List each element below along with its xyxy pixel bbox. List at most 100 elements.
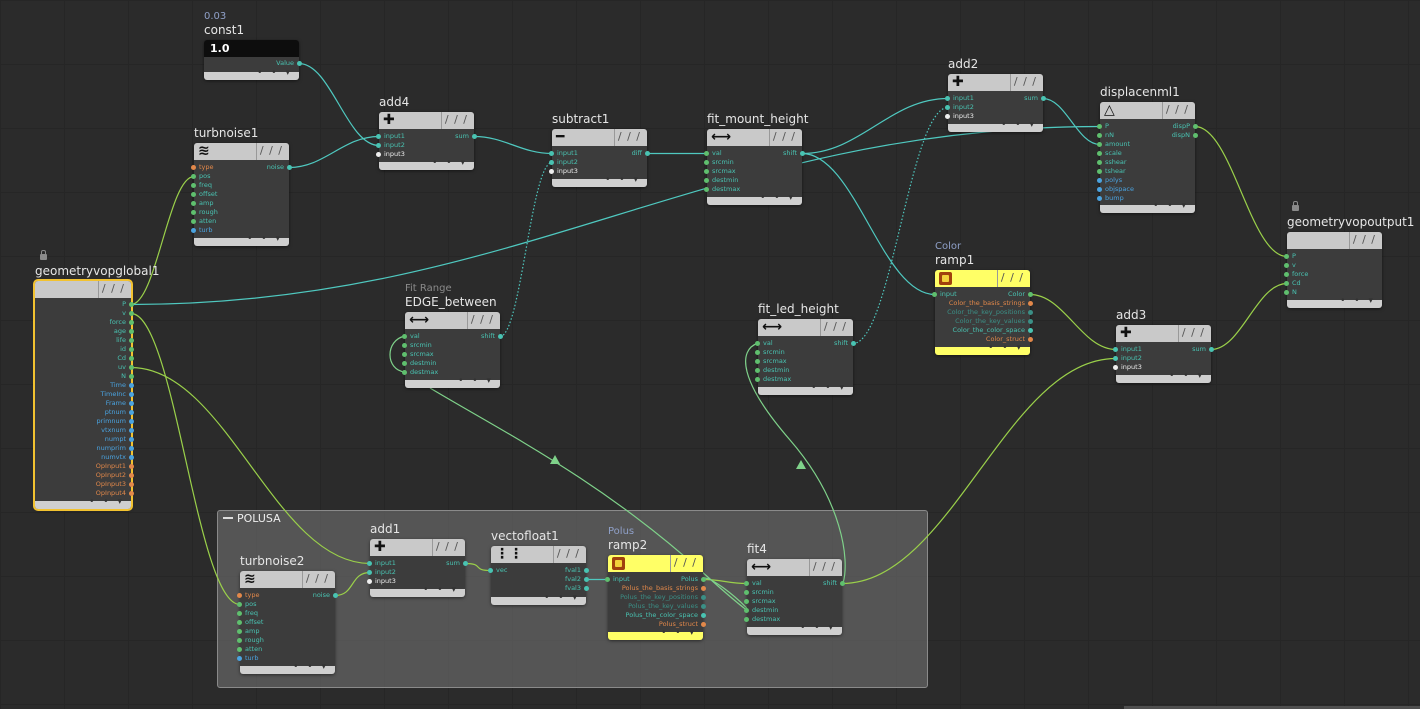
output-port[interactable]: noise xyxy=(244,591,338,600)
node-footer[interactable]: • • ▾ xyxy=(1100,201,1195,213)
port-dot[interactable] xyxy=(129,365,134,370)
node-title[interactable]: EDGE_between xyxy=(405,295,497,309)
input-port[interactable]: srcmax xyxy=(755,357,806,366)
output-port[interactable]: v xyxy=(39,309,134,318)
port-dot[interactable] xyxy=(701,595,706,600)
port-dot[interactable] xyxy=(367,579,372,584)
flags-icon[interactable]: / / / xyxy=(1353,233,1376,246)
port-dot[interactable] xyxy=(755,368,760,373)
node-header[interactable]: ≋ / / / xyxy=(194,143,289,160)
port-dot[interactable] xyxy=(1193,133,1198,138)
input-port[interactable]: input3 xyxy=(549,167,600,176)
node-title[interactable]: const1 xyxy=(204,23,244,37)
node-header[interactable]: ⟷ / / / xyxy=(758,319,853,336)
port-dot[interactable] xyxy=(1097,133,1102,138)
output-port[interactable]: noise xyxy=(198,163,292,172)
port-dot[interactable] xyxy=(297,61,302,66)
node-title[interactable]: vectofloat1 xyxy=(491,529,559,543)
output-port[interactable]: Polus_the_key_values xyxy=(612,602,706,611)
node-const1[interactable]: const1 0.03 1.0 • • ▾ Value xyxy=(204,11,302,80)
node-footer[interactable]: • • ▾ xyxy=(1287,296,1382,308)
input-port[interactable]: destmin xyxy=(704,176,755,185)
input-port[interactable]: v xyxy=(1284,261,1335,270)
output-port[interactable]: Color_struct xyxy=(939,335,1033,344)
output-port[interactable]: ptnum xyxy=(39,408,134,417)
node-geometryvopglobal1[interactable]: geometryvopglobal1 / / / • • ▾ Pv force age li… xyxy=(33,264,159,511)
output-port[interactable]: Color_the_basis_strings xyxy=(939,299,1033,308)
port-dot[interactable] xyxy=(1041,96,1046,101)
node-vectofloat1[interactable]: vectofloat1 ⋮⋮ / / / • • ▾ vec fval1 fval2 fval… xyxy=(488,529,589,605)
input-port[interactable]: bump xyxy=(1097,194,1148,203)
output-port[interactable]: force xyxy=(39,318,134,327)
port-dot[interactable] xyxy=(704,169,709,174)
port-dot[interactable] xyxy=(840,581,845,586)
port-dot[interactable] xyxy=(376,152,381,157)
port-dot[interactable] xyxy=(1028,310,1033,315)
input-port[interactable]: input3 xyxy=(945,112,996,121)
port-dot[interactable] xyxy=(704,187,709,192)
port-dot[interactable] xyxy=(129,410,134,415)
input-port[interactable]: rough xyxy=(191,208,242,217)
port-dot[interactable] xyxy=(237,620,242,625)
node-title[interactable]: turbnoise1 xyxy=(194,126,258,140)
node-header[interactable]: / / / xyxy=(35,281,131,298)
port-dot[interactable] xyxy=(704,151,709,156)
port-dot[interactable] xyxy=(1113,347,1118,352)
output-port[interactable]: shift xyxy=(711,149,805,158)
input-port[interactable]: tshear xyxy=(1097,167,1148,176)
node-footer[interactable]: • • ▾ xyxy=(35,497,131,509)
node-header[interactable]: ━ / / / xyxy=(552,129,647,146)
input-port[interactable]: turb xyxy=(191,226,242,235)
node-turbnoise1[interactable]: turbnoise1 ≋ / / / • • ▾ type pos freq offset am… xyxy=(191,126,292,246)
input-port[interactable]: input3 xyxy=(376,150,427,159)
port-dot[interactable] xyxy=(1097,124,1102,129)
port-dot[interactable] xyxy=(129,464,134,469)
node-add1[interactable]: add1 ✚ / / / • • ▾ input1 input2 input3 sum xyxy=(367,522,468,597)
port-dot[interactable] xyxy=(129,392,134,397)
collapse-icon[interactable] xyxy=(223,516,233,519)
node-title[interactable]: add2 xyxy=(948,57,978,71)
node-title[interactable]: ramp1 xyxy=(935,253,974,267)
port-dot[interactable] xyxy=(191,165,196,170)
port-dot[interactable] xyxy=(1209,347,1214,352)
output-port[interactable]: N xyxy=(39,372,134,381)
input-port[interactable]: N xyxy=(1284,288,1335,297)
node-footer[interactable]: • • ▾ xyxy=(204,68,299,80)
node-footer[interactable]: • • ▾ xyxy=(370,585,465,597)
port-dot[interactable] xyxy=(701,604,706,609)
port-dot[interactable] xyxy=(1097,178,1102,183)
port-dot[interactable] xyxy=(463,561,468,566)
port-dot[interactable] xyxy=(704,160,709,165)
port-dot[interactable] xyxy=(191,174,196,179)
port-dot[interactable] xyxy=(1097,151,1102,156)
port-dot[interactable] xyxy=(237,647,242,652)
port-dot[interactable] xyxy=(333,593,338,598)
input-port[interactable]: input2 xyxy=(1113,354,1164,363)
flags-icon[interactable]: / / / xyxy=(813,560,836,573)
input-port[interactable]: destmax xyxy=(744,615,795,624)
output-port[interactable]: sum xyxy=(952,94,1046,103)
input-port[interactable]: srcmin xyxy=(744,588,795,597)
input-port[interactable]: srcmax xyxy=(744,597,795,606)
port-dot[interactable] xyxy=(1097,169,1102,174)
port-dot[interactable] xyxy=(945,114,950,119)
input-port[interactable]: destmax xyxy=(755,375,806,384)
output-port[interactable]: vtxnum xyxy=(39,426,134,435)
node-header[interactable]: / / / xyxy=(608,555,703,572)
output-port[interactable]: Polus_the_key_positions xyxy=(612,593,706,602)
port-dot[interactable] xyxy=(1028,328,1033,333)
port-dot[interactable] xyxy=(129,356,134,361)
input-port[interactable]: srcmax xyxy=(704,167,755,176)
input-port[interactable]: offset xyxy=(191,190,242,199)
output-port[interactable]: Cd xyxy=(39,354,134,363)
output-port[interactable]: numvtx xyxy=(39,453,134,462)
input-port[interactable]: pos xyxy=(191,172,242,181)
input-port[interactable]: destmax xyxy=(704,185,755,194)
port-dot[interactable] xyxy=(191,192,196,197)
port-dot[interactable] xyxy=(1284,263,1289,268)
node-title[interactable]: add4 xyxy=(379,95,409,109)
flags-icon[interactable]: / / / xyxy=(471,313,494,326)
node-header[interactable]: ⟷ / / / xyxy=(747,559,842,576)
node-add4[interactable]: add4 ✚ / / / • • ▾ input1 input2 input3 sum xyxy=(376,95,477,170)
node-header[interactable]: / / / xyxy=(935,270,1030,287)
